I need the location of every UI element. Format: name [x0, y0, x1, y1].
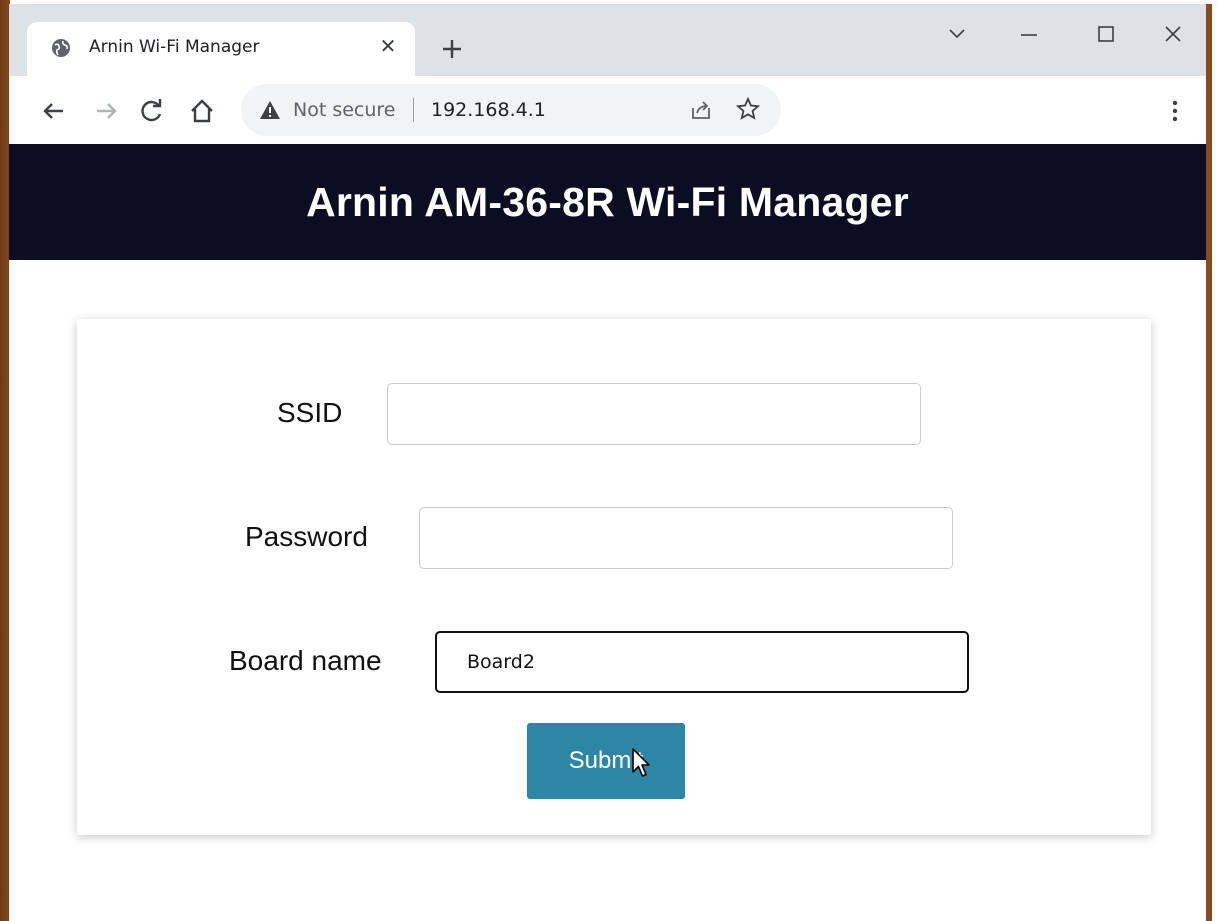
page-header: Arnin AM-36-8R Wi-Fi Manager — [9, 144, 1206, 260]
ssid-input[interactable] — [387, 383, 921, 445]
tab-strip: Arnin Wi-Fi Manager ✕ — [9, 4, 1206, 76]
globe-icon — [52, 39, 70, 57]
minimize-icon[interactable] — [1009, 14, 1049, 54]
browser-toolbar: Not secure 192.168.4.1 — [9, 76, 1206, 145]
window-close-icon[interactable] — [1153, 14, 1193, 54]
warning-icon[interactable] — [259, 99, 281, 121]
tab-title: Arnin Wi-Fi Manager — [89, 37, 260, 57]
home-icon[interactable] — [187, 96, 217, 126]
plus-icon[interactable] — [437, 34, 467, 64]
browser-window: Arnin Wi-Fi Manager ✕ Not secure 192.168… — [8, 4, 1212, 921]
chevron-down-icon[interactable] — [937, 14, 977, 54]
security-label[interactable]: Not secure — [293, 99, 396, 121]
maximize-icon[interactable] — [1085, 14, 1125, 54]
board-name-input[interactable] — [435, 631, 969, 693]
share-icon[interactable] — [689, 98, 713, 122]
star-icon[interactable] — [735, 96, 761, 122]
forward-arrow-icon[interactable] — [91, 96, 121, 126]
close-icon[interactable]: ✕ — [375, 34, 401, 60]
tab-active[interactable]: Arnin Wi-Fi Manager ✕ — [27, 22, 415, 76]
board-name-label: Board name — [229, 645, 382, 676]
page-title: Arnin AM-36-8R Wi-Fi Manager — [306, 179, 909, 225]
reload-icon[interactable] — [137, 96, 167, 126]
kebab-menu-icon[interactable] — [1165, 96, 1185, 126]
address-separator — [413, 98, 414, 122]
password-input[interactable] — [419, 507, 953, 569]
submit-button[interactable]: Submit — [527, 723, 685, 799]
password-label: Password — [245, 521, 368, 552]
back-arrow-icon[interactable] — [39, 96, 69, 126]
ssid-label: SSID — [277, 397, 343, 428]
url-text[interactable]: 192.168.4.1 — [431, 99, 546, 121]
wifi-form-card: SSID Password Board name Submit — [77, 319, 1151, 835]
address-bar[interactable]: Not secure 192.168.4.1 — [241, 84, 781, 136]
